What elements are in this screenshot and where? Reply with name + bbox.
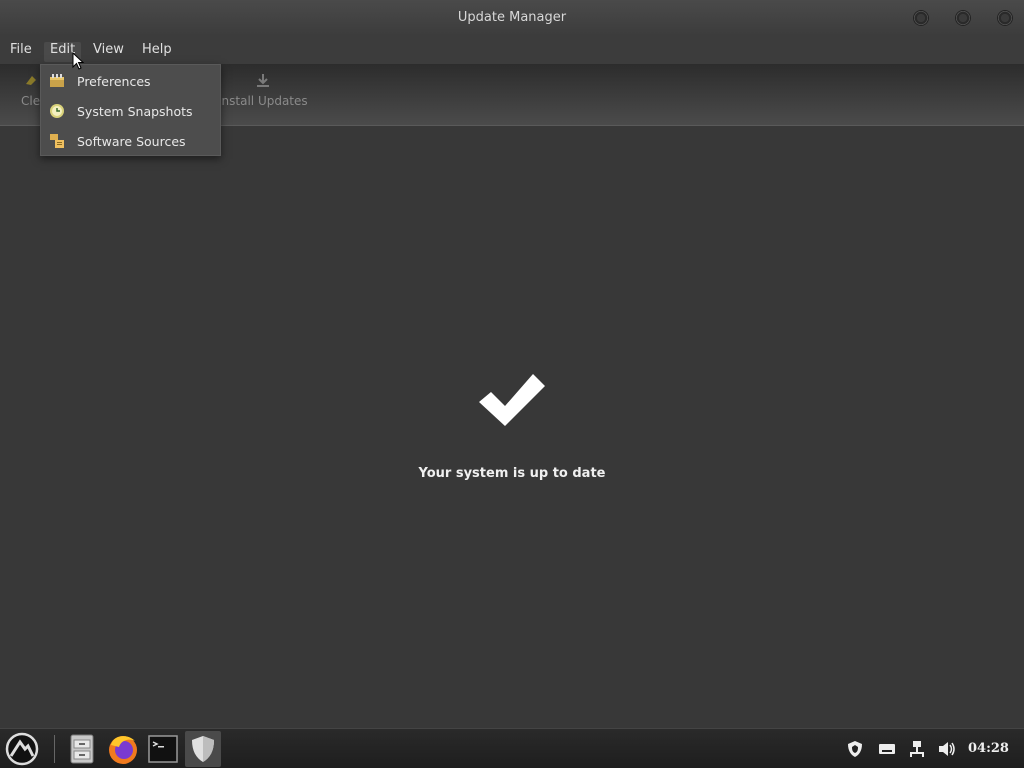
install-updates-button[interactable]: Install Updates: [218, 72, 308, 108]
clock[interactable]: 04:28: [968, 741, 1009, 756]
volume-icon[interactable]: [937, 739, 957, 759]
edit-menu-dropdown: Preferences System Snapshots Software So…: [40, 64, 221, 156]
clear-button[interactable]: Cle: [21, 72, 40, 108]
menu-help[interactable]: Help: [136, 42, 178, 62]
status-message: Your system is up to date: [418, 466, 606, 481]
terminal-icon[interactable]: [145, 731, 181, 767]
file-manager-icon[interactable]: [64, 731, 100, 767]
mouse-cursor-icon: [72, 52, 85, 70]
eraser-icon: [25, 76, 36, 85]
install-updates-label: Install Updates: [218, 94, 308, 108]
taskbar-separator: [54, 735, 55, 763]
maximize-button[interactable]: [955, 10, 971, 26]
firefox-icon[interactable]: [105, 731, 141, 767]
window-title: Update Manager: [457, 10, 567, 25]
keyboard-icon[interactable]: [877, 739, 897, 759]
menu-item-label: Preferences: [77, 74, 151, 89]
title-bar: Update Manager: [0, 0, 1024, 36]
taskbar: 04:28: [0, 728, 1024, 768]
update-manager-shield-icon: [192, 736, 214, 762]
menu-item-software-sources[interactable]: Software Sources: [41, 126, 220, 156]
start-menu-icon[interactable]: [4, 731, 40, 767]
checkmark-icon: [479, 374, 545, 426]
clear-label: Cle: [21, 94, 41, 108]
menu-item-label: System Snapshots: [77, 104, 193, 119]
minimize-button[interactable]: [913, 10, 929, 26]
preferences-icon: [50, 74, 64, 87]
menu-item-system-snapshots[interactable]: System Snapshots: [41, 96, 220, 126]
menu-item-label: Software Sources: [77, 134, 186, 149]
status-panel: Your system is up to date: [0, 370, 1024, 481]
update-manager-task[interactable]: [185, 731, 221, 767]
network-icon[interactable]: [907, 739, 927, 759]
close-button[interactable]: [997, 10, 1013, 26]
menu-bar: File Edit View Help: [0, 36, 1024, 64]
download-icon: [256, 74, 269, 87]
menu-item-preferences[interactable]: Preferences: [41, 66, 220, 96]
menu-view[interactable]: View: [87, 42, 130, 62]
menu-file[interactable]: File: [4, 42, 38, 62]
snapshot-clock-icon: [50, 104, 64, 118]
shield-tray-icon[interactable]: [845, 739, 865, 759]
software-sources-icon: [50, 134, 64, 148]
